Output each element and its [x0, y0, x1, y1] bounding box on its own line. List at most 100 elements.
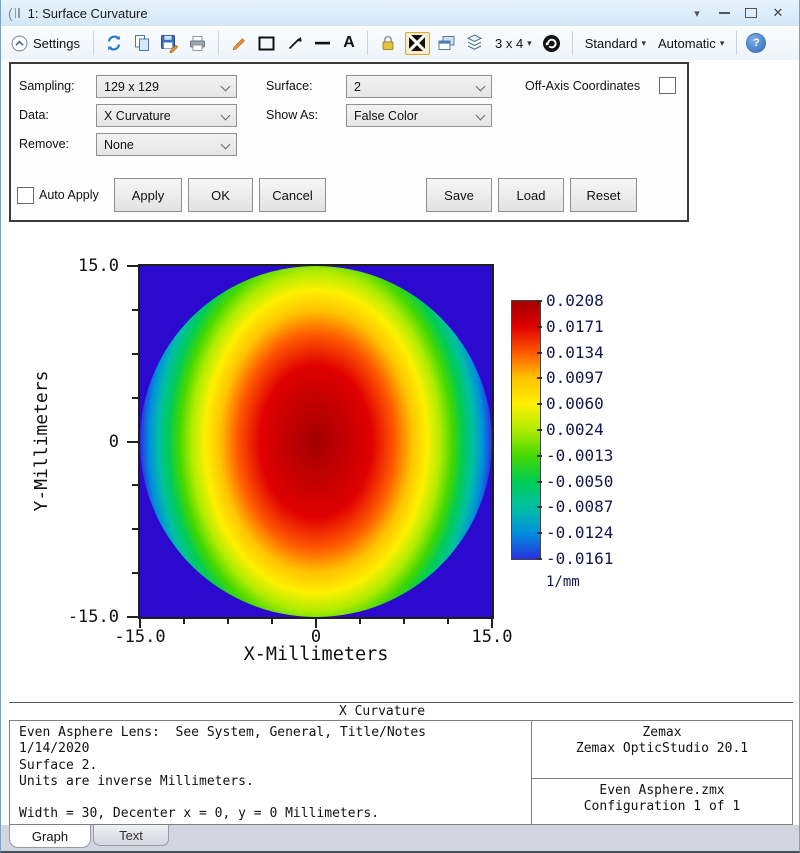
settings-panel: Sampling: 129 x 129 Surface: 2 Off-Axis …	[9, 62, 689, 222]
close-icon[interactable]: ✕	[769, 4, 787, 22]
colorbar-tick-mark	[537, 455, 542, 457]
colorbar-tick-label: -0.0050	[546, 472, 613, 491]
tile-layout-icon[interactable]	[405, 32, 430, 55]
maximize-icon[interactable]	[742, 4, 760, 22]
chevron-down-icon	[476, 111, 486, 121]
ok-button[interactable]: OK	[188, 178, 253, 212]
y-tick-label: 15.0	[43, 256, 119, 276]
arrow-tool-icon[interactable]	[284, 31, 306, 55]
y-axis-tick	[127, 265, 138, 267]
remove-value: None	[104, 138, 134, 152]
toolbar-separator	[736, 31, 737, 55]
pencil-icon[interactable]	[228, 31, 250, 55]
notes-panel: Even Asphere Lens: See System, General, …	[9, 720, 532, 825]
load-button[interactable]: Load	[498, 178, 564, 212]
colorbar-tick-mark	[537, 377, 542, 379]
x-axis-tick	[359, 619, 361, 624]
sampling-select[interactable]: 129 x 129	[96, 75, 237, 98]
y-axis-title: Y-Millimeters	[31, 356, 51, 526]
y-axis-tick	[132, 484, 138, 486]
automatic-dropdown[interactable]: Automatic ▾	[655, 36, 727, 51]
lock-icon[interactable]	[377, 31, 399, 55]
note-line	[19, 790, 522, 806]
standard-dropdown[interactable]: Standard ▾	[582, 36, 649, 51]
sampling-label: Sampling:	[19, 75, 75, 98]
off-axis-checkbox[interactable]	[659, 77, 676, 94]
colorbar-tick-mark	[537, 558, 542, 560]
colorbar-tick-mark	[537, 532, 542, 534]
apply-button[interactable]: Apply	[114, 178, 182, 212]
text-tool-icon[interactable]: A	[340, 31, 358, 55]
colorbar-tick-mark	[537, 506, 542, 508]
data-label: Data:	[19, 104, 49, 127]
software-version: Zemax OpticStudio 20.1	[532, 741, 792, 757]
reset-button[interactable]: Reset	[570, 178, 637, 212]
note-line: 1/14/2020	[19, 741, 522, 757]
cancel-button[interactable]: Cancel	[259, 178, 326, 212]
colorbar-tick-mark	[537, 300, 542, 302]
save-icon[interactable]	[159, 31, 181, 55]
surface-value: 2	[354, 80, 361, 94]
auto-apply-label: Auto Apply	[39, 184, 99, 207]
surface-select[interactable]: 2	[346, 75, 492, 98]
toolbar-separator	[367, 31, 368, 55]
colorbar-tick-label: 0.0024	[546, 420, 604, 439]
file-name: Even Asphere.zmx	[532, 783, 792, 799]
line-tool-icon[interactable]	[312, 31, 334, 55]
chevron-down-icon	[221, 140, 231, 150]
auto-apply-checkbox[interactable]	[17, 187, 34, 204]
colorbar-tick-label: 0.0134	[546, 343, 604, 362]
y-axis-tick	[127, 616, 138, 618]
layers-icon[interactable]	[464, 31, 486, 55]
grid-layout-dropdown[interactable]: 3 x 4 ▾	[492, 36, 535, 51]
rectangle-tool-icon[interactable]	[256, 31, 278, 55]
y-axis-tick	[132, 309, 138, 311]
remove-select[interactable]: None	[96, 133, 237, 156]
sampling-value: 129 x 129	[104, 80, 159, 94]
y-axis-ticks	[127, 264, 138, 619]
settings-chevron-icon	[11, 35, 28, 52]
cascade-windows-icon[interactable]	[436, 31, 458, 55]
x-axis-tick	[271, 619, 273, 624]
y-axis-tick	[127, 441, 138, 443]
toolbar-separator	[93, 31, 94, 55]
colorbar-tick-label: -0.0124	[546, 523, 613, 542]
colorbar-tick-label: 0.0060	[546, 394, 604, 413]
settings-toggle-label: Settings	[33, 36, 80, 51]
help-icon[interactable]: ?	[746, 33, 766, 53]
colorbar-tick-mark	[537, 352, 542, 354]
tab-text[interactable]: Text	[93, 825, 169, 846]
save-button[interactable]: Save	[426, 178, 492, 212]
show-as-select[interactable]: False Color	[346, 104, 492, 127]
print-icon[interactable]	[187, 31, 209, 55]
chevron-down-icon	[221, 111, 231, 121]
note-line: Surface 2.	[19, 758, 522, 774]
colorbar-labels: 0.02080.01710.01340.00970.00600.0024-0.0…	[541, 300, 641, 580]
reset-view-icon[interactable]	[541, 31, 563, 55]
chevron-down-icon: ▾	[720, 38, 725, 49]
refresh-icon[interactable]	[103, 31, 125, 55]
colorbar-tick-label: -0.0161	[546, 549, 613, 568]
chevron-down-icon: ▾	[527, 38, 532, 49]
chevron-down-icon	[221, 82, 231, 92]
chevron-down-icon: ▾	[641, 38, 646, 49]
x-axis-tick	[447, 619, 449, 624]
colorbar-tick-mark	[537, 403, 542, 405]
toolbar-separator	[218, 31, 219, 55]
data-select[interactable]: X Curvature	[96, 104, 237, 127]
y-axis-tick	[132, 528, 138, 530]
y-axis-tick	[132, 397, 138, 399]
surface-label: Surface:	[266, 75, 313, 98]
settings-toggle-button[interactable]: Settings	[7, 35, 84, 52]
colorbar-tick-label: 0.0171	[546, 317, 604, 336]
x-axis-tick	[227, 619, 229, 624]
copy-icon[interactable]	[131, 31, 153, 55]
window-menu-caret-icon[interactable]: ▾	[688, 4, 706, 22]
minimize-icon[interactable]	[715, 4, 733, 22]
x-axis-title: X-Millimeters	[166, 644, 466, 665]
tab-graph[interactable]: Graph	[9, 825, 91, 848]
chevron-down-icon	[476, 82, 486, 92]
title-bar: ( 1: Surface Curvature ▾ ✕	[1, 0, 799, 27]
y-axis-tick	[132, 353, 138, 355]
plot-title: X Curvature	[1, 704, 763, 719]
